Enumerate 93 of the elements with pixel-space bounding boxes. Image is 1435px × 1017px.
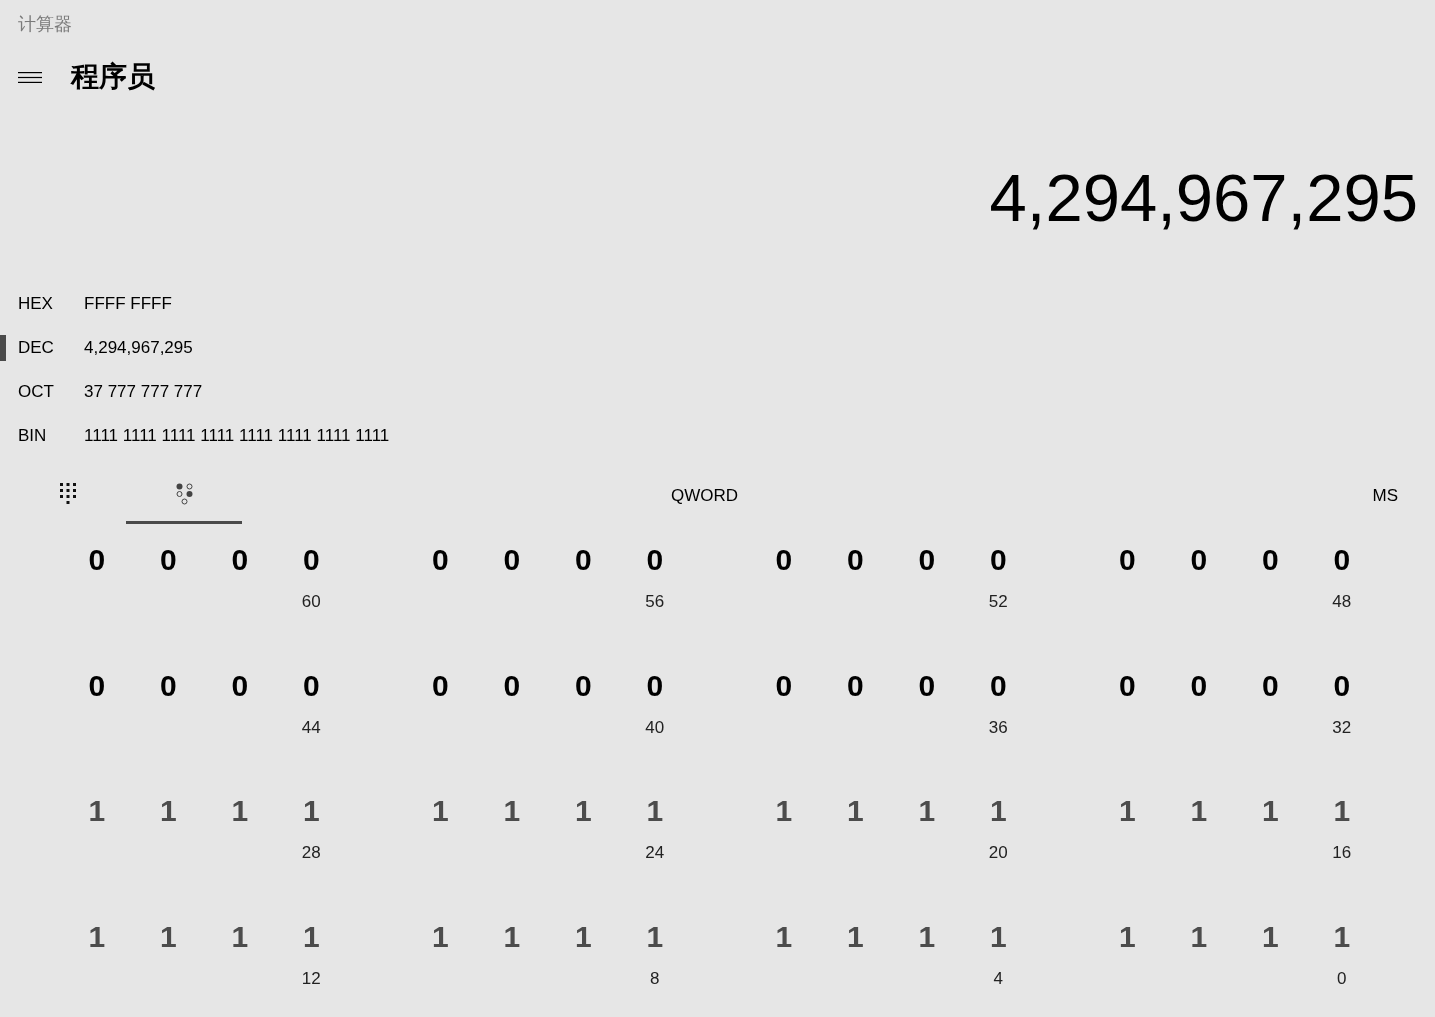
bit-toggle[interactable]: 0 — [570, 667, 596, 704]
bit-toggle[interactable]: 1 — [427, 918, 453, 955]
bit-toggle[interactable]: 0 — [914, 542, 940, 578]
memory-store-button[interactable]: MS — [1364, 483, 1406, 509]
bit-toggle[interactable]: 1 — [642, 793, 668, 829]
bit-position-label: 12 — [301, 967, 321, 990]
bit-toggle[interactable]: 0 — [642, 667, 668, 704]
bit-toggle[interactable]: 1 — [570, 918, 596, 955]
word-size-button[interactable]: QWORD — [663, 483, 747, 509]
bit-toggle[interactable]: 0 — [499, 667, 525, 704]
bit-toggle[interactable]: 1 — [1329, 793, 1355, 829]
bit-toggle[interactable]: 1 — [985, 918, 1011, 955]
bit-position-label: 36 — [988, 716, 1008, 739]
bit-toggle[interactable]: 1 — [1114, 918, 1140, 955]
bit-toggle[interactable]: 1 — [298, 918, 324, 955]
bit-toggle[interactable]: 0 — [1186, 667, 1212, 704]
radix-row[interactable]: BIN 1111 1111 1111 1111 1111 1111 1111 1111 — [0, 422, 396, 450]
bit-toggle[interactable]: 1 — [155, 918, 181, 955]
bit-toggle[interactable]: 1 — [771, 918, 797, 955]
bit-position-label: 24 — [645, 842, 665, 864]
radix-row[interactable]: OCT 37 777 777 777 — [0, 378, 209, 406]
bit-toggle[interactable]: 1 — [84, 793, 110, 829]
bit-toggle[interactable]: 1 — [499, 793, 525, 829]
bit-toggle[interactable]: 0 — [1257, 542, 1283, 578]
bit-toggle[interactable]: 1 — [914, 918, 940, 955]
bit-toggle[interactable]: 0 — [298, 667, 324, 704]
bit-position-label: 0 — [1337, 967, 1347, 990]
bit-position-label: 48 — [1332, 591, 1352, 613]
bit-toggle[interactable]: 0 — [227, 542, 253, 578]
app-title: 计算器 — [18, 13, 72, 35]
bit-toggle[interactable]: 0 — [227, 667, 253, 704]
bit-toggle[interactable]: 0 — [642, 542, 668, 578]
bit-toggle[interactable]: 1 — [642, 918, 668, 955]
bit-toggle[interactable]: 1 — [155, 793, 181, 829]
keypad-icon — [60, 483, 76, 504]
bit-toggle[interactable]: 1 — [1257, 793, 1283, 829]
bit-toggle[interactable]: 0 — [499, 542, 525, 578]
menu-button[interactable] — [18, 71, 42, 83]
bit-toggle[interactable]: 1 — [227, 918, 253, 955]
bit-toggle[interactable]: 1 — [914, 793, 940, 829]
bit-toggle[interactable]: 0 — [985, 667, 1011, 704]
menu-icon — [18, 71, 42, 83]
bit-position-label: 28 — [301, 842, 321, 864]
bit-toggle[interactable]: 0 — [914, 667, 940, 704]
bit-toggle[interactable]: 1 — [1186, 918, 1212, 955]
bit-position-label: 20 — [988, 842, 1008, 864]
bit-toggle[interactable]: 0 — [771, 667, 797, 704]
bit-toggle[interactable]: 1 — [84, 918, 110, 955]
bit-toggle[interactable]: 0 — [84, 667, 110, 704]
bit-toggle[interactable]: 1 — [298, 793, 324, 829]
bit-position-label: 56 — [645, 591, 665, 613]
bit-position-label: 40 — [645, 716, 665, 739]
bit-toggle[interactable]: 0 — [427, 667, 453, 704]
bit-toggle[interactable]: 0 — [842, 667, 868, 704]
bit-toggle[interactable]: 1 — [427, 793, 453, 829]
bit-toggle[interactable]: 1 — [985, 793, 1011, 829]
bit-toggle[interactable]: 1 — [1114, 793, 1140, 829]
bit-position-label: 8 — [650, 967, 660, 990]
radix-row[interactable]: HEX FFFF FFFF — [0, 290, 178, 318]
bit-toggle[interactable]: 0 — [155, 667, 181, 704]
bit-toggle[interactable]: 0 — [1329, 542, 1355, 578]
bit-toggle[interactable]: 0 — [842, 542, 868, 578]
radix-row[interactable]: DEC 4,294,967,295 — [0, 334, 199, 362]
bit-position-label: 44 — [301, 716, 321, 739]
bit-position-label: 52 — [988, 591, 1008, 613]
bit-toggle[interactable]: 1 — [1186, 793, 1212, 829]
dots-icon — [175, 482, 193, 505]
bit-position-label: 4 — [993, 967, 1003, 990]
bit-toggle[interactable]: 0 — [298, 542, 324, 578]
bit-toggle[interactable]: 0 — [1186, 542, 1212, 578]
bit-toggle[interactable]: 0 — [570, 542, 596, 578]
bit-position-label: 32 — [1332, 716, 1352, 739]
bit-toggle[interactable]: 1 — [842, 918, 868, 955]
bit-toggle[interactable]: 0 — [1114, 542, 1140, 578]
bit-toggle[interactable]: 1 — [570, 793, 596, 829]
bit-toggle[interactable]: 1 — [1257, 918, 1283, 955]
bit-toggle[interactable]: 0 — [985, 542, 1011, 578]
bit-toggle[interactable]: 1 — [227, 793, 253, 829]
bit-toggle[interactable]: 1 — [842, 793, 868, 829]
result-display: 4,294,967,295 — [989, 159, 1418, 237]
bit-toggle[interactable]: 0 — [1257, 667, 1283, 704]
bit-toggle[interactable]: 0 — [155, 542, 181, 578]
bit-toggle[interactable]: 0 — [771, 542, 797, 578]
bit-toggle[interactable]: 0 — [427, 542, 453, 578]
bit-position-label: 16 — [1332, 842, 1352, 864]
bit-toggle[interactable]: 1 — [499, 918, 525, 955]
bit-toggle[interactable]: 0 — [84, 542, 110, 578]
mode-title: 程序员 — [71, 60, 155, 94]
bit-toggle[interactable]: 1 — [771, 793, 797, 829]
bit-toggle[interactable]: 0 — [1329, 667, 1355, 704]
bit-position-label: 60 — [301, 591, 321, 613]
bit-toggle[interactable]: 1 — [1329, 918, 1355, 955]
bit-toggle[interactable]: 0 — [1114, 667, 1140, 704]
